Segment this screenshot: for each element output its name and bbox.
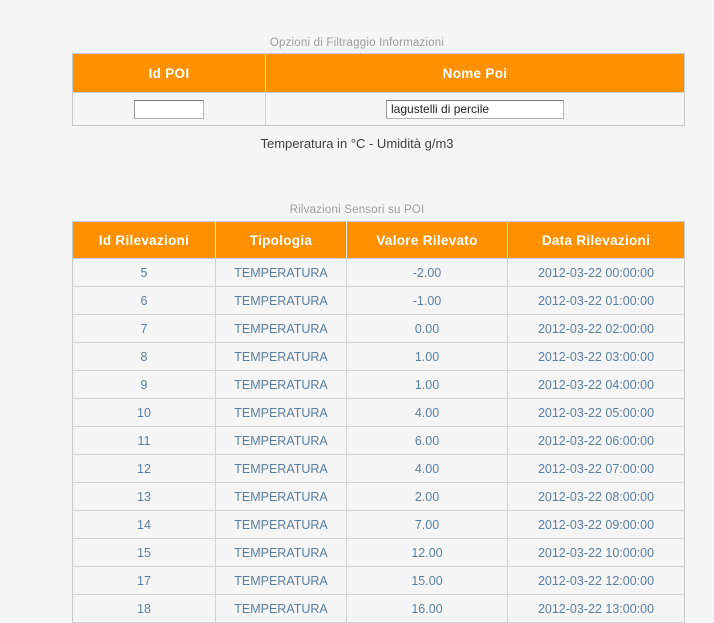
readings-cell-id: 14 (72, 510, 216, 539)
readings-cell-id: 13 (72, 482, 216, 511)
page-root: Opzioni di Filtraggio Informazioni Id PO… (0, 0, 714, 623)
readings-cell-data: 2012-03-22 00:00:00 (507, 258, 685, 287)
table-row: 17 TEMPERATURA 15.00 2012-03-22 12:00:00 (72, 566, 685, 595)
readings-cell-valore: 1.00 (346, 342, 508, 371)
readings-cell-valore: 6.00 (346, 426, 508, 455)
readings-cell-data: 2012-03-22 03:00:00 (507, 342, 685, 371)
readings-cell-id: 15 (72, 538, 216, 567)
table-row: 12 TEMPERATURA 4.00 2012-03-22 07:00:00 (72, 454, 685, 483)
readings-cell-tipologia: TEMPERATURA (215, 454, 347, 483)
units-legend: Temperatura in °C - Umidità g/m3 (260, 136, 454, 151)
readings-column-header-valore: Valore Rilevato (346, 221, 508, 259)
readings-cell-valore: 16.00 (346, 594, 508, 623)
readings-cell-id: 8 (72, 342, 216, 371)
readings-cell-data: 2012-03-22 06:00:00 (507, 426, 685, 455)
readings-cell-tipologia: TEMPERATURA (215, 482, 347, 511)
readings-cell-id: 12 (72, 454, 216, 483)
readings-cell-id: 7 (72, 314, 216, 343)
readings-cell-tipologia: TEMPERATURA (215, 314, 347, 343)
readings-section-caption: Rilvazioni Sensori su POI (289, 204, 425, 216)
table-row: 5 TEMPERATURA -2.00 2012-03-22 00:00:00 (72, 258, 685, 287)
readings-cell-tipologia: TEMPERATURA (215, 538, 347, 567)
readings-cell-tipologia: TEMPERATURA (215, 258, 347, 287)
readings-cell-id: 10 (72, 398, 216, 427)
readings-column-header-id: Id Rilevazioni (72, 221, 216, 259)
table-row: 9 TEMPERATURA 1.00 2012-03-22 04:00:00 (72, 370, 685, 399)
readings-cell-data: 2012-03-22 08:00:00 (507, 482, 685, 511)
readings-column-header-tipologia: Tipologia (215, 221, 347, 259)
id-poi-input[interactable] (134, 99, 204, 119)
readings-table-body: 5 TEMPERATURA -2.00 2012-03-22 00:00:00 6 TEM… (72, 258, 685, 623)
readings-cell-data: 2012-03-22 02:00:00 (507, 314, 685, 343)
table-row: 7 TEMPERATURA 0.00 2012-03-22 02:00:00 (72, 314, 685, 343)
table-row: 10 TEMPERATURA 4.00 2012-03-22 05:00:00 (72, 398, 685, 427)
readings-cell-valore: 2.00 (346, 482, 508, 511)
filter-input-row (72, 92, 685, 126)
filter-cell-id-poi (72, 92, 266, 126)
readings-header-row: Id Rilevazioni Tipologia Valore Rilevato… (72, 221, 685, 259)
nome-poi-input[interactable] (386, 99, 564, 119)
readings-cell-tipologia: TEMPERATURA (215, 566, 347, 595)
readings-cell-data: 2012-03-22 12:00:00 (507, 566, 685, 595)
filter-header-row: Id POI Nome Poi (72, 53, 685, 93)
readings-cell-id: 17 (72, 566, 216, 595)
readings-cell-valore: 4.00 (346, 454, 508, 483)
readings-cell-id: 5 (72, 258, 216, 287)
readings-cell-data: 2012-03-22 07:00:00 (507, 454, 685, 483)
readings-cell-data: 2012-03-22 04:00:00 (507, 370, 685, 399)
table-row: 14 TEMPERATURA 7.00 2012-03-22 09:00:00 (72, 510, 685, 539)
readings-cell-tipologia: TEMPERATURA (215, 426, 347, 455)
readings-cell-id: 11 (72, 426, 216, 455)
readings-cell-valore: 1.00 (346, 370, 508, 399)
readings-cell-tipologia: TEMPERATURA (215, 342, 347, 371)
readings-cell-tipologia: TEMPERATURA (215, 398, 347, 427)
readings-cell-data: 2012-03-22 09:00:00 (507, 510, 685, 539)
readings-cell-data: 2012-03-22 01:00:00 (507, 286, 685, 315)
readings-cell-data: 2012-03-22 10:00:00 (507, 538, 685, 567)
filter-table: Id POI Nome Poi (72, 53, 685, 126)
readings-cell-valore: -2.00 (346, 258, 508, 287)
readings-cell-valore: -1.00 (346, 286, 508, 315)
readings-cell-valore: 7.00 (346, 510, 508, 539)
table-row: 6 TEMPERATURA -1.00 2012-03-22 01:00:00 (72, 286, 685, 315)
readings-table: Id Rilevazioni Tipologia Valore Rilevato… (72, 221, 685, 623)
table-row: 18 TEMPERATURA 16.00 2012-03-22 13:00:00 (72, 594, 685, 623)
filter-table-wrapper: Id POI Nome Poi (72, 53, 685, 126)
readings-cell-valore: 12.00 (346, 538, 508, 567)
filter-section-caption: Opzioni di Filtraggio Informazioni (269, 37, 445, 49)
readings-cell-id: 9 (72, 370, 216, 399)
readings-cell-tipologia: TEMPERATURA (215, 370, 347, 399)
table-row: 15 TEMPERATURA 12.00 2012-03-22 10:00:00 (72, 538, 685, 567)
readings-cell-id: 6 (72, 286, 216, 315)
table-row: 8 TEMPERATURA 1.00 2012-03-22 03:00:00 (72, 342, 685, 371)
readings-cell-data: 2012-03-22 05:00:00 (507, 398, 685, 427)
table-row: 13 TEMPERATURA 2.00 2012-03-22 08:00:00 (72, 482, 685, 511)
readings-cell-valore: 4.00 (346, 398, 508, 427)
filter-column-header-nome-poi: Nome Poi (265, 53, 685, 93)
readings-column-header-data: Data Rilevazioni (507, 221, 685, 259)
filter-cell-nome-poi (265, 92, 685, 126)
readings-cell-valore: 0.00 (346, 314, 508, 343)
filter-column-header-id-poi: Id POI (72, 53, 266, 93)
table-row: 11 TEMPERATURA 6.00 2012-03-22 06:00:00 (72, 426, 685, 455)
readings-cell-tipologia: TEMPERATURA (215, 594, 347, 623)
readings-cell-valore: 15.00 (346, 566, 508, 595)
readings-table-wrapper: Id Rilevazioni Tipologia Valore Rilevato… (72, 221, 685, 623)
readings-cell-id: 18 (72, 594, 216, 623)
readings-cell-data: 2012-03-22 13:00:00 (507, 594, 685, 623)
readings-cell-tipologia: TEMPERATURA (215, 510, 347, 539)
readings-cell-tipologia: TEMPERATURA (215, 286, 347, 315)
